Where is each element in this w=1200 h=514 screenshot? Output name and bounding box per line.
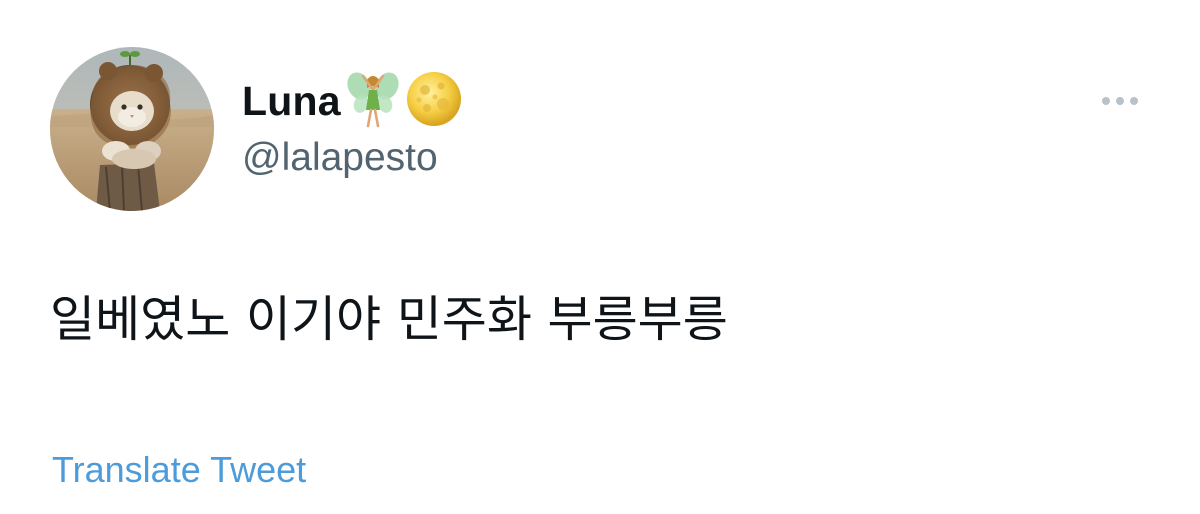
more-dot [1116, 97, 1124, 105]
more-dot [1102, 97, 1110, 105]
fairy-icon [347, 68, 399, 135]
avatar[interactable] [50, 47, 214, 211]
tweet-card: Luna @lalapesto 일베였노 이기야 민주화 부릉부릉 Transl… [0, 0, 1200, 514]
more-dot [1130, 97, 1138, 105]
display-name-row: Luna [242, 70, 463, 132]
user-handle[interactable]: @lalapesto [242, 136, 438, 180]
full-moon-icon [405, 70, 463, 133]
more-horizontal-icon[interactable] [1090, 88, 1150, 114]
display-name[interactable]: Luna [242, 78, 341, 125]
translate-tweet-link[interactable]: Translate Tweet [52, 449, 306, 491]
tweet-text: 일베였노 이기야 민주화 부릉부릉 [50, 291, 728, 348]
